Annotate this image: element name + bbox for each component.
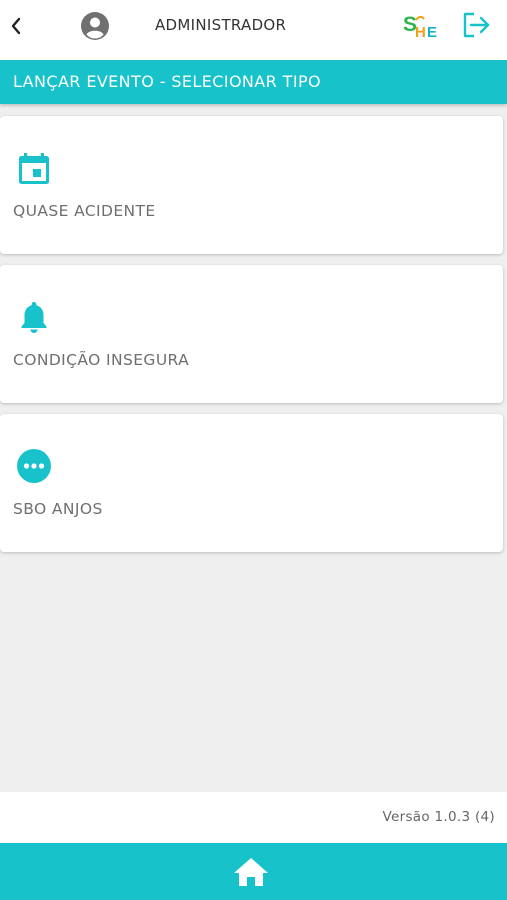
logout-button[interactable] <box>460 10 492 40</box>
event-type-card-quase-acidente[interactable]: QUASE ACIDENTE <box>0 116 503 254</box>
avatar[interactable] <box>80 11 110 41</box>
bell-icon <box>16 299 52 335</box>
chevron-left-icon <box>11 17 21 35</box>
more-horiz-icon <box>16 448 52 484</box>
event-type-card-condicao-insegura[interactable]: CONDIÇÃO INSEGURA <box>0 265 503 403</box>
card-label: QUASE ACIDENTE <box>13 202 156 220</box>
section-title: LANÇAR EVENTO - SELECIONAR TIPO <box>13 72 321 91</box>
card-label: CONDIÇÃO INSEGURA <box>13 351 190 369</box>
top-bar: ADMINISTRADOR S H E <box>0 0 507 60</box>
logout-icon <box>463 12 490 38</box>
she-logo: S H E <box>402 9 444 41</box>
event-type-card-sbo-anjos[interactable]: SBO ANJOS <box>0 414 503 552</box>
home-button[interactable] <box>232 856 270 888</box>
svg-text:E: E <box>427 24 437 41</box>
bottom-nav-bar <box>0 843 507 900</box>
back-button[interactable] <box>6 14 26 38</box>
version-label: Versão 1.0.3 (4) <box>382 809 495 825</box>
user-name: ADMINISTRADOR <box>155 16 287 34</box>
account-circle-icon <box>81 12 109 40</box>
version-bar: Versão 1.0.3 (4) <box>0 792 507 843</box>
section-header: LANÇAR EVENTO - SELECIONAR TIPO <box>0 60 507 104</box>
home-icon <box>234 858 268 886</box>
svg-text:H: H <box>415 24 426 41</box>
calendar-icon <box>16 150 52 186</box>
card-label: SBO ANJOS <box>13 500 103 518</box>
